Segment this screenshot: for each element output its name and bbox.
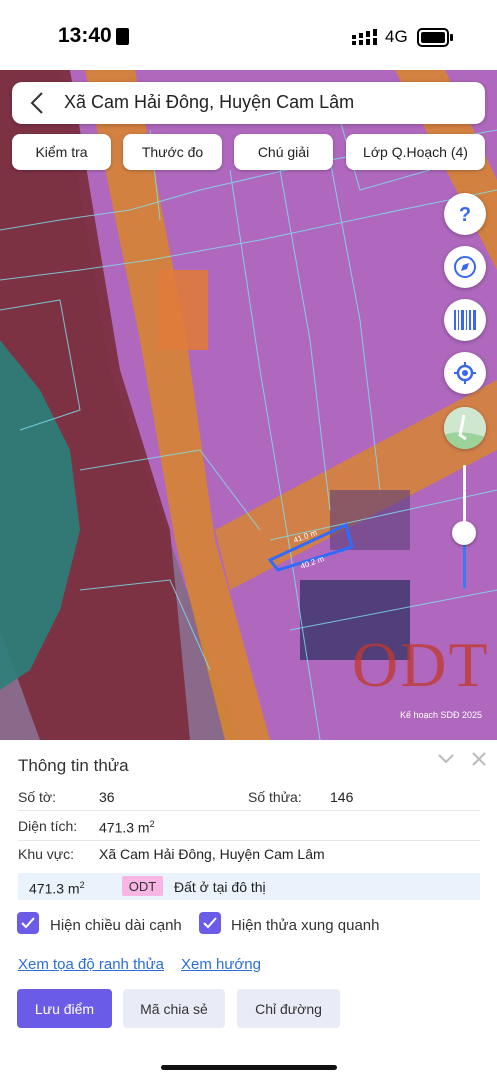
locate-icon	[454, 362, 476, 384]
map-layer-icon	[444, 407, 486, 449]
checkmark-icon	[203, 917, 217, 929]
region-label: Khu vực:	[18, 846, 75, 862]
show-edges-checkbox[interactable]	[17, 912, 39, 934]
help-icon: ?	[459, 204, 471, 225]
directions-button[interactable]: Chỉ đường	[237, 989, 340, 1028]
check-button[interactable]: Kiểm tra	[12, 134, 111, 170]
zone-description: Đất ở tại đô thị	[174, 879, 266, 895]
sheet-label: Số tờ:	[18, 789, 56, 805]
status-time: 13:40	[58, 24, 112, 47]
compass-icon	[454, 256, 476, 278]
show-edges-label[interactable]: Hiện chiều dài cạnh	[50, 917, 182, 934]
parcel-info-panel: Thông tin thửa Số tờ: 36 Số thửa: 146 Di…	[0, 740, 497, 1080]
save-point-button[interactable]: Lưu điểm	[17, 989, 112, 1028]
lock-icon	[116, 28, 129, 45]
show-surrounding-label[interactable]: Hiện thửa xung quanh	[231, 917, 379, 934]
sheet-value: 36	[99, 789, 115, 805]
zone-area: 471.3 m2	[29, 880, 85, 897]
location-title: Xã Cam Hải Đông, Huyện Cam Lâm	[64, 92, 355, 112]
back-arrow-icon[interactable]	[26, 91, 50, 115]
signal-icon	[352, 29, 377, 45]
battery-icon	[417, 28, 453, 47]
area-label: Diện tích:	[18, 818, 78, 834]
panel-title: Thông tin thửa	[18, 756, 129, 775]
planning-layer-button[interactable]: Lớp Q.Hoạch (4)	[346, 134, 485, 170]
share-code-button[interactable]: Mã chia sẻ	[123, 989, 225, 1028]
parcel-label: Số thửa:	[248, 789, 302, 805]
zoom-slider-knob[interactable]	[452, 521, 476, 545]
locate-button[interactable]	[444, 352, 486, 394]
chevron-down-icon[interactable]	[437, 752, 455, 766]
home-indicator[interactable]	[161, 1065, 337, 1070]
measure-button[interactable]: Thước đo	[123, 134, 222, 170]
checkmark-icon	[21, 917, 35, 929]
search-header[interactable]: Xã Cam Hải Đông, Huyện Cam Lâm	[12, 82, 485, 124]
area-value: 471.3 m2	[99, 819, 155, 836]
zone-label: ODT	[352, 629, 490, 700]
view-direction-link[interactable]: Xem hướng	[181, 956, 261, 973]
barcode-icon	[454, 310, 476, 330]
view-coordinates-link[interactable]: Xem tọa độ ranh thửa	[18, 956, 164, 973]
compass-button[interactable]	[444, 246, 486, 288]
close-icon[interactable]	[472, 752, 486, 766]
divider	[18, 810, 480, 811]
show-surrounding-checkbox[interactable]	[199, 912, 221, 934]
map-layer-button[interactable]	[444, 407, 486, 449]
svg-text:?: ?	[459, 204, 471, 225]
divider	[18, 840, 480, 841]
parcel-value: 146	[330, 789, 354, 805]
legend-button[interactable]: Chú giải	[234, 134, 333, 170]
barcode-button[interactable]	[444, 299, 486, 341]
status-bar: 13:40 4G	[0, 0, 497, 70]
map-watermark: Kế hoạch SDĐ 2025	[400, 710, 483, 720]
zone-code-badge: ODT	[122, 876, 163, 896]
help-button[interactable]: ?	[444, 193, 486, 235]
network-type: 4G	[385, 27, 408, 46]
region-value: Xã Cam Hải Đông, Huyện Cam Lâm	[99, 846, 325, 862]
map-view[interactable]: Xã Cam Hải Đông, Huyện Cam Lâm Kiểm tra …	[0, 70, 497, 740]
